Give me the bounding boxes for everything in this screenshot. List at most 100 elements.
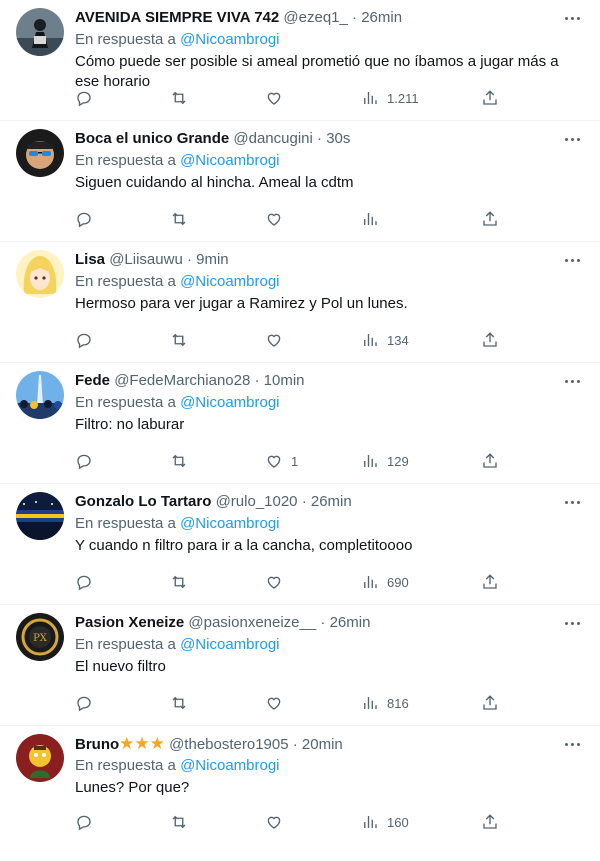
tweet-text: Lunes? Por que? bbox=[75, 779, 190, 796]
retweet-button[interactable] bbox=[170, 693, 188, 713]
more-options-icon[interactable] bbox=[562, 373, 582, 389]
share-button[interactable] bbox=[481, 812, 499, 832]
views-button[interactable]: 129 bbox=[361, 451, 409, 471]
user-handle[interactable]: @rulo_1020 bbox=[216, 493, 298, 510]
like-button[interactable] bbox=[265, 330, 291, 350]
replying-to-label: En respuesta a bbox=[75, 757, 176, 774]
share-button[interactable] bbox=[481, 209, 499, 229]
like-button[interactable] bbox=[265, 209, 291, 229]
tweet-actions: 816 bbox=[75, 693, 584, 713]
tweet[interactable]: Lisa @Liisauwu · 9min En respuesta a @Ni… bbox=[0, 242, 600, 363]
more-options-icon[interactable] bbox=[562, 494, 582, 510]
like-button[interactable]: 1 bbox=[265, 451, 298, 471]
mention-link[interactable]: @Nicoambrogi bbox=[180, 31, 279, 48]
share-icon bbox=[483, 574, 497, 589]
tweet[interactable]: AVENIDA SIEMPRE VIVA 742 @ezeq1_ · 26min… bbox=[0, 0, 600, 121]
more-options-icon[interactable] bbox=[562, 131, 582, 147]
avatar-sunglasses-face[interactable] bbox=[16, 129, 64, 177]
timestamp[interactable]: 30s bbox=[326, 130, 350, 147]
mention-link[interactable]: @Nicoambrogi bbox=[180, 636, 279, 653]
display-name[interactable]: AVENIDA SIEMPRE VIVA 742 bbox=[75, 9, 279, 26]
share-button[interactable] bbox=[481, 693, 499, 713]
like-button[interactable] bbox=[265, 693, 291, 713]
display-name[interactable]: Gonzalo Lo Tartaro bbox=[75, 493, 211, 510]
like-button[interactable] bbox=[265, 812, 291, 832]
more-options-icon[interactable] bbox=[562, 10, 582, 26]
tweet[interactable]: Boca el unico Grande @dancugini · 30s En… bbox=[0, 121, 600, 242]
like-count: 1 bbox=[291, 453, 299, 469]
display-name[interactable]: Lisa bbox=[75, 251, 105, 268]
timestamp[interactable]: 26min bbox=[330, 614, 371, 631]
views-button[interactable]: 816 bbox=[361, 693, 409, 713]
display-name[interactable]: Fede bbox=[75, 372, 110, 389]
share-icon bbox=[483, 90, 497, 105]
views-button[interactable]: 690 bbox=[361, 572, 409, 592]
user-handle[interactable]: @thebostero1905 bbox=[169, 736, 288, 753]
timestamp[interactable]: 9min bbox=[196, 251, 229, 268]
tweet-actions bbox=[75, 209, 584, 229]
reply-button[interactable] bbox=[75, 572, 93, 592]
tweet[interactable]: Fede @FedeMarchiano28 · 10min En respues… bbox=[0, 363, 600, 484]
share-icon bbox=[483, 695, 497, 710]
views-button[interactable]: 1.211 bbox=[361, 88, 419, 108]
reply-button[interactable] bbox=[75, 209, 93, 229]
reply-button[interactable] bbox=[75, 451, 93, 471]
heart-icon bbox=[267, 213, 281, 226]
mention-link[interactable]: @Nicoambrogi bbox=[180, 152, 279, 169]
retweet-button[interactable] bbox=[170, 209, 188, 229]
timestamp[interactable]: 20min bbox=[302, 736, 343, 753]
user-handle[interactable]: @ezeq1_ bbox=[283, 9, 347, 26]
tweet[interactable]: Gonzalo Lo Tartaro @rulo_1020 · 26min En… bbox=[0, 484, 600, 605]
more-options-icon[interactable] bbox=[562, 252, 582, 268]
display-name[interactable]: Boca el unico Grande bbox=[75, 130, 229, 147]
views-button[interactable]: 160 bbox=[361, 812, 409, 832]
timestamp[interactable]: 10min bbox=[264, 372, 305, 389]
reply-button[interactable] bbox=[75, 330, 93, 350]
replying-to-label: En respuesta a bbox=[75, 31, 176, 48]
timestamp[interactable]: 26min bbox=[361, 9, 402, 26]
retweet-button[interactable] bbox=[170, 572, 188, 592]
retweet-icon bbox=[172, 815, 186, 829]
display-name[interactable]: Bruno bbox=[75, 736, 119, 753]
separator-dot: · bbox=[352, 9, 358, 26]
reply-button[interactable] bbox=[75, 88, 93, 108]
share-button[interactable] bbox=[481, 330, 499, 350]
like-button[interactable] bbox=[265, 572, 291, 592]
retweet-button[interactable] bbox=[170, 812, 188, 832]
avatar-silhouette-person[interactable] bbox=[16, 8, 64, 56]
avatar-anime-blonde[interactable] bbox=[16, 250, 64, 298]
like-button[interactable] bbox=[265, 88, 291, 108]
user-handle[interactable]: @Liisauwu bbox=[109, 251, 183, 268]
reply-button[interactable] bbox=[75, 812, 93, 832]
share-button[interactable] bbox=[481, 88, 499, 108]
user-handle[interactable]: @pasionxeneize__ bbox=[188, 614, 316, 631]
user-handle[interactable]: @FedeMarchiano28 bbox=[114, 372, 250, 389]
retweet-button[interactable] bbox=[170, 451, 188, 471]
mention-link[interactable]: @Nicoambrogi bbox=[180, 515, 279, 532]
timestamp[interactable]: 26min bbox=[311, 493, 352, 510]
replying-to-label: En respuesta a bbox=[75, 515, 176, 532]
mention-link[interactable]: @Nicoambrogi bbox=[180, 394, 279, 411]
share-button[interactable] bbox=[481, 572, 499, 592]
views-button[interactable]: 134 bbox=[361, 330, 409, 350]
retweet-button[interactable] bbox=[170, 88, 188, 108]
share-button[interactable] bbox=[481, 451, 499, 471]
retweet-button[interactable] bbox=[170, 330, 188, 350]
avatar-crowd-obelisk[interactable] bbox=[16, 371, 64, 419]
tweet-text: Y cuando n filtro para ir a la cancha, c… bbox=[75, 537, 413, 554]
replying-to: En respuesta a @Nicoambrogi bbox=[75, 393, 584, 413]
avatar-laurel-emblem[interactable]: PX bbox=[16, 613, 64, 661]
user-handle[interactable]: @dancugini bbox=[233, 130, 312, 147]
avatar-cartoon-character[interactable] bbox=[16, 734, 64, 782]
more-options-icon[interactable] bbox=[562, 615, 582, 631]
tweet[interactable]: Bruno★★★ @thebostero1905 · 20min En resp… bbox=[0, 726, 600, 844]
display-name[interactable]: Pasion Xeneize bbox=[75, 614, 184, 631]
retweet-icon bbox=[172, 454, 186, 468]
views-button[interactable] bbox=[361, 209, 387, 229]
mention-link[interactable]: @Nicoambrogi bbox=[180, 273, 279, 290]
avatar-stadium-night[interactable] bbox=[16, 492, 64, 540]
more-options-icon[interactable] bbox=[562, 736, 582, 752]
tweet[interactable]: PX Pasion Xeneize @pasionxeneize__ · 26m… bbox=[0, 605, 600, 726]
reply-button[interactable] bbox=[75, 693, 93, 713]
mention-link[interactable]: @Nicoambrogi bbox=[180, 757, 279, 774]
